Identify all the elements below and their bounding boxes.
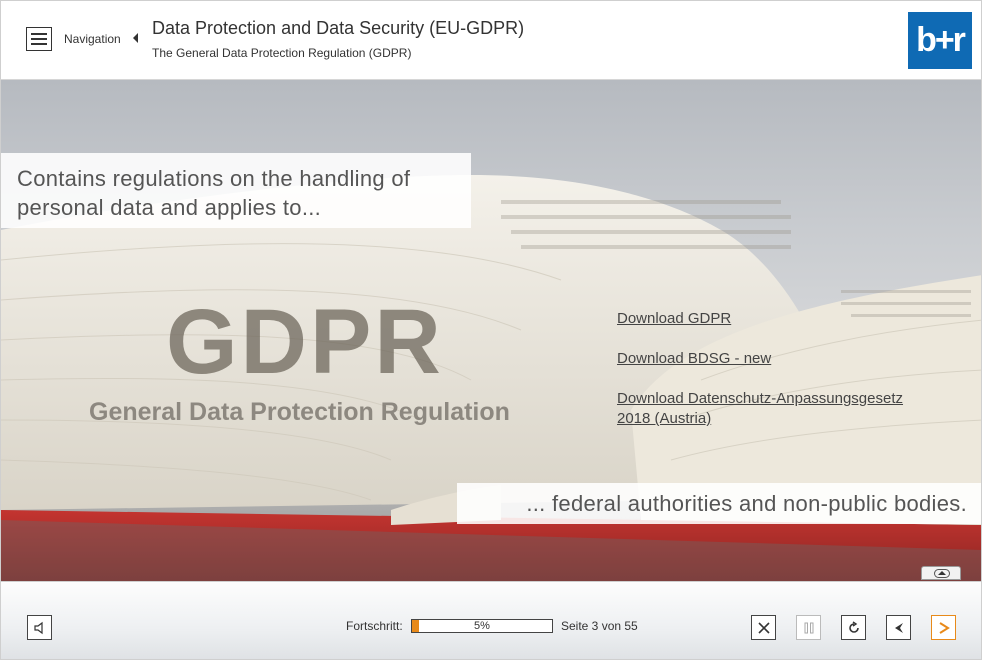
header-bar: Navigation Data Protection and Data Secu… [0, 0, 982, 80]
pause-icon [804, 622, 813, 633]
speaker-icon[interactable] [27, 615, 52, 640]
progress-bar: 5% [411, 619, 553, 633]
next-arrow-icon [938, 621, 950, 634]
menu-icon[interactable] [26, 27, 52, 51]
content-stage: Contains regulations on the handling of … [0, 80, 982, 581]
footer-bar: Fortschritt: 5% Seite 3 von 55 [0, 581, 982, 660]
close-icon [757, 621, 770, 634]
gdpr-heading: GDPR [166, 291, 444, 393]
gdpr-subheading: General Data Protection Regulation [89, 398, 510, 426]
download-bdsg-link[interactable]: Download BDSG - new [617, 349, 771, 369]
page-title: Data Protection and Data Security (EU-GD… [152, 18, 525, 38]
next-button[interactable] [931, 615, 956, 640]
navigation-label[interactable]: Navigation [64, 32, 121, 46]
brand-logo: b+r [908, 12, 972, 69]
reload-icon [848, 620, 859, 633]
pause-button[interactable] [796, 615, 821, 640]
reload-button[interactable] [841, 615, 866, 640]
download-gdpr-link[interactable]: Download GDPR [617, 309, 731, 329]
page-subtitle: The General Data Protection Regulation (… [152, 46, 412, 60]
page-counter: Seite 3 von 55 [561, 619, 638, 633]
download-dsag-austria-link[interactable]: Download Datenschutz-Anpassungsgesetz 20… [617, 389, 937, 429]
progress-percent: 5% [474, 620, 490, 632]
back-arrow-icon [894, 622, 903, 633]
close-button[interactable] [751, 615, 776, 640]
chevron-left-icon[interactable] [133, 33, 138, 43]
progress-label: Fortschritt: [346, 619, 403, 633]
collapse-up-icon[interactable] [921, 566, 961, 580]
outro-callout: ... federal authorities and non-public b… [457, 483, 981, 524]
intro-callout: Contains regulations on the handling of … [1, 153, 471, 228]
back-button[interactable] [886, 615, 911, 640]
